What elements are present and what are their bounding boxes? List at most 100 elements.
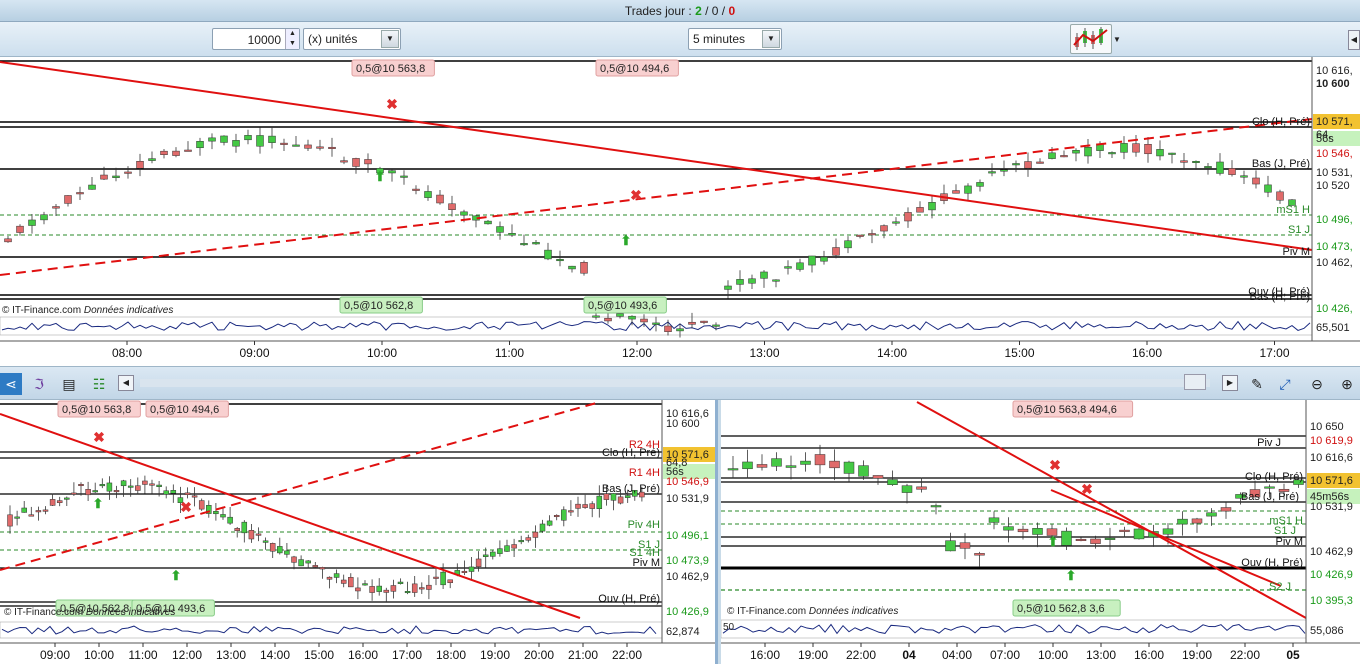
- candle-body: [617, 496, 624, 504]
- candle-body: [1132, 143, 1140, 153]
- candle-body: [568, 510, 574, 513]
- candle-body: [568, 265, 576, 270]
- candlestick-chart-icon: [1073, 27, 1108, 50]
- candle-body: [727, 468, 739, 471]
- candle-body: [149, 483, 155, 486]
- time-label: 20:00: [524, 648, 554, 662]
- candle-body: [1133, 528, 1145, 540]
- interval-select[interactable]: 5 minutes ▼: [688, 28, 782, 50]
- candle-body: [736, 279, 744, 285]
- candle-body: [106, 482, 113, 492]
- indicator-icon[interactable]: ℑ: [28, 373, 50, 395]
- main-chart[interactable]: ✖ ✖ ⬆ ⬆ 0,5@10 563,8 0,5@10 494,6 0,5@10 562,8…: [0, 57, 1360, 366]
- side-panel-toggle-icon[interactable]: ◀: [1348, 30, 1360, 50]
- price-label: 10 571,6: [1310, 475, 1353, 487]
- candle-body: [1048, 152, 1056, 159]
- candle-body: [319, 567, 326, 570]
- time-label: 19:00: [1182, 648, 1212, 662]
- price-label: 10 496,: [1316, 214, 1353, 226]
- level-label: Ouv (H, Pré): [1241, 557, 1303, 569]
- candle-body: [196, 141, 204, 149]
- candle-body: [1220, 507, 1232, 512]
- candle-body: [160, 150, 168, 155]
- time-label: 22:00: [612, 648, 642, 662]
- sell-marker-icon: ✖: [630, 187, 642, 203]
- unit-select[interactable]: (x) unités ▼: [303, 28, 401, 50]
- candle-body: [1191, 518, 1203, 524]
- candle-body: [628, 315, 636, 320]
- unit-select-value: (x) unités: [308, 32, 358, 46]
- price-label: 10 650: [1310, 421, 1344, 433]
- candle-body: [945, 540, 956, 552]
- bottom-right-chart[interactable]: ✖ ✖ ⬆ ⬆ 0,5@10 563,8 494,6 0,5@10 562,8 3,6 Pi…: [721, 400, 1360, 664]
- fit-zoom-icon[interactable]: ⤢: [1274, 373, 1296, 395]
- level-label: Piv 4H: [628, 519, 660, 531]
- spin-arrows-icon[interactable]: ▲ ▼: [285, 29, 299, 49]
- bottom-right-chart-canvas[interactable]: ✖ ✖ ⬆ ⬆ 0,5@10 563,8 494,6 0,5@10 562,8 3,6 Pi…: [721, 400, 1360, 664]
- candle-body: [1177, 518, 1188, 525]
- candle-body: [872, 475, 884, 479]
- candle-body: [191, 495, 198, 498]
- candle-body: [508, 233, 516, 236]
- candle-body: [112, 175, 120, 178]
- candle-body: [1075, 538, 1087, 541]
- candle-body: [844, 240, 852, 249]
- chevron-down-icon: ▼: [762, 30, 780, 48]
- candle-body: [64, 195, 72, 204]
- trades-sep: /: [718, 4, 729, 18]
- indicator-value: 55,086: [1310, 625, 1344, 637]
- price-label: 10 546,: [1316, 148, 1353, 160]
- price-label: 10 496,1: [666, 530, 709, 542]
- scroll-thumb[interactable]: [1184, 374, 1206, 390]
- candle-body: [461, 570, 468, 573]
- bars-icon[interactable]: ☷: [88, 373, 110, 395]
- candle-body: [124, 171, 132, 174]
- candle-body: [364, 159, 372, 165]
- dashed-trend-line: [0, 401, 601, 571]
- bottom-left-chart-canvas[interactable]: ✖✖⬆⬆0,5@10 563,8 0,5@10 494,60,5@10 562,8…: [0, 400, 715, 664]
- time-label: 10:00: [1038, 648, 1068, 662]
- candle-body: [592, 315, 600, 318]
- scroll-right-button[interactable]: ▶: [1222, 375, 1238, 391]
- order-book-icon[interactable]: ▤: [58, 373, 80, 395]
- candle-body: [305, 560, 311, 564]
- chart-type-button[interactable]: [1070, 24, 1112, 54]
- time-label: 15:00: [304, 648, 334, 662]
- draw-tool-icon[interactable]: ✎: [1246, 373, 1268, 395]
- candle-body: [7, 514, 13, 527]
- candle-body: [800, 460, 811, 465]
- main-chart-canvas[interactable]: ✖ ✖ ⬆ ⬆ 0,5@10 563,8 0,5@10 494,6 0,5@10 562,8…: [0, 57, 1360, 366]
- candle-body: [589, 503, 595, 509]
- bottom-left-chart[interactable]: ✖ ✖ ⬆ ⬆ 0,5@10 563,8 0,5@10 494,6 0,5@10 562,8…: [0, 400, 718, 664]
- zoom-in-icon[interactable]: ⊕: [1336, 373, 1358, 395]
- price-label: 10 531,9: [666, 493, 709, 505]
- chart-type-dropdown-icon[interactable]: ▼: [1113, 30, 1125, 50]
- quantity-stepper[interactable]: 10000 ▲ ▼: [212, 28, 300, 50]
- chevron-down-icon: ▼: [381, 30, 399, 48]
- buy-marker-icon: ⬆: [93, 496, 104, 511]
- candle-body: [92, 490, 98, 493]
- zoom-out-icon[interactable]: ⊖: [1306, 373, 1328, 395]
- candle-body: [40, 214, 48, 221]
- candle-body: [255, 533, 262, 536]
- candle-body: [1108, 152, 1116, 155]
- scroll-track[interactable]: [140, 379, 1210, 387]
- scroll-left-button[interactable]: ◀: [118, 375, 134, 391]
- watermark-note: Données indicatives: [809, 606, 899, 617]
- candle-body: [525, 537, 532, 541]
- candle-body: [424, 191, 432, 198]
- candle-body: [49, 499, 56, 506]
- time-label: 12:00: [622, 346, 652, 360]
- candle-body: [808, 255, 816, 266]
- candle-body: [56, 500, 63, 503]
- candle-body: [28, 514, 35, 517]
- sell-marker-icon: ✖: [180, 499, 192, 515]
- watermark: © IT-Finance.com Données indicatives: [4, 607, 175, 618]
- time-label: 11:00: [495, 346, 524, 360]
- candle-body: [411, 583, 418, 593]
- candle-body: [326, 576, 333, 580]
- share-icon[interactable]: ⋖: [0, 373, 22, 395]
- candle-body: [539, 523, 546, 532]
- candle-body: [868, 233, 876, 236]
- candle-body: [497, 548, 503, 554]
